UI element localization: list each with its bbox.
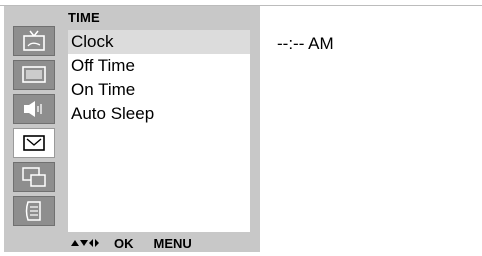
- menu-item-on-time[interactable]: On Time: [68, 78, 250, 102]
- osd-menu: TIME Clock Off Time On Time Auto Sleep O…: [4, 6, 260, 252]
- osd-title: TIME: [68, 10, 100, 25]
- category-pip[interactable]: [13, 162, 55, 192]
- direction-arrows-icon: [70, 238, 100, 248]
- time-menu-list: Clock Off Time On Time Auto Sleep: [68, 30, 250, 232]
- menu-item-clock[interactable]: Clock: [68, 30, 250, 54]
- category-tv[interactable]: [13, 26, 55, 56]
- ok-hint: OK: [114, 235, 134, 251]
- category-screen[interactable]: [13, 60, 55, 90]
- menu-item-auto-sleep[interactable]: Auto Sleep: [68, 102, 250, 126]
- category-sound[interactable]: [13, 94, 55, 124]
- speaker-sound-icon: [21, 99, 47, 119]
- navigation-hint-bar: OK MENU: [70, 233, 192, 253]
- clock-time-value: --:-- AM: [277, 34, 334, 53]
- screen-icon: [21, 65, 47, 85]
- clock-time-icon: [21, 133, 47, 153]
- category-time[interactable]: [13, 128, 55, 158]
- menu-hint: MENU: [153, 235, 192, 251]
- menu-item-off-time[interactable]: Off Time: [68, 54, 250, 78]
- category-icon-column: [13, 26, 55, 230]
- category-setup[interactable]: [13, 196, 55, 226]
- setup-book-icon: [22, 199, 46, 223]
- tv-picture-icon: [22, 30, 46, 52]
- pip-screens-icon: [21, 166, 47, 188]
